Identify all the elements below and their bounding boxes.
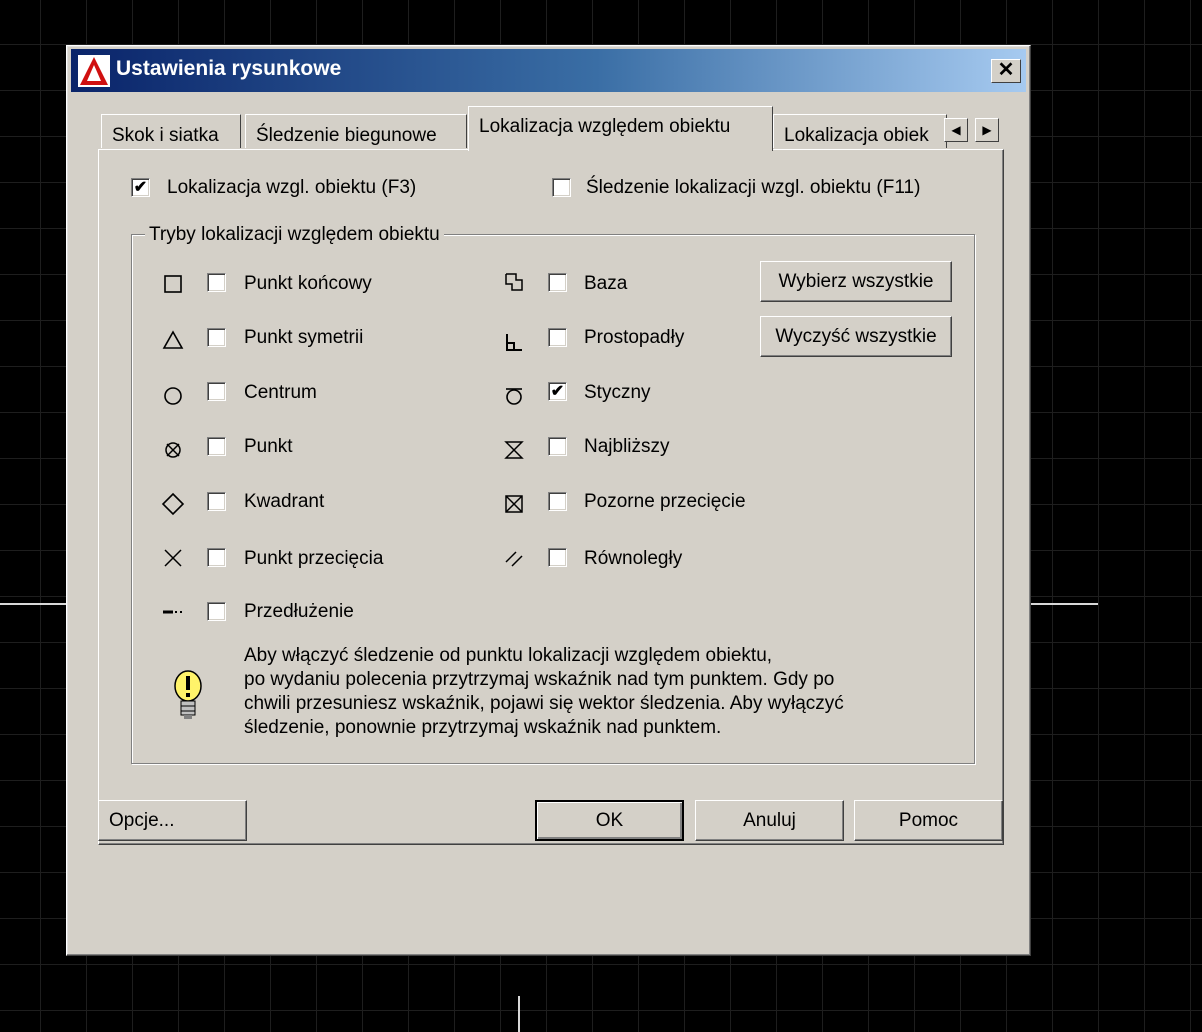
tangent-icon <box>506 388 522 405</box>
quadrant-checkbox[interactable] <box>207 492 226 511</box>
check-mark-icon: ✔ <box>550 383 565 400</box>
endpoint-icon <box>164 275 182 293</box>
check-mark-icon: ✔ <box>133 179 148 196</box>
apparent-intersection-icon <box>505 495 523 513</box>
crosshair-bottom <box>518 996 520 1032</box>
node-label[interactable]: Punkt <box>244 436 293 458</box>
insertion-icon <box>505 273 523 291</box>
drafting-settings-dialog: Ustawienia rysunkowe ✕ Skok i siatka Śle… <box>66 45 1031 956</box>
nearest-label[interactable]: Najbliższy <box>584 436 670 458</box>
quadrant-label[interactable]: Kwadrant <box>244 491 324 513</box>
tab-scroll-left-button[interactable]: ◀ <box>944 118 968 142</box>
hint-line: chwili przesuniesz wskaźnik, pojawi się … <box>244 693 844 714</box>
node-checkbox[interactable] <box>207 437 226 456</box>
node-icon <box>165 442 181 458</box>
options-button[interactable]: Opcje... <box>98 800 247 841</box>
hint-line: śledzenie, ponownie przytrzymaj wskaźnik… <box>244 717 722 738</box>
cancel-button[interactable]: Anuluj <box>695 800 844 841</box>
lightbulb-icon <box>174 670 202 719</box>
center-checkbox[interactable] <box>207 382 226 401</box>
tab-polar-tracking[interactable]: Śledzenie biegunowe <box>245 114 467 148</box>
crosshair-right <box>1030 603 1098 605</box>
autocad-app-icon <box>78 55 110 87</box>
arrow-left-icon: ◀ <box>951 123 961 137</box>
parallel-icon <box>505 551 523 567</box>
midpoint-icon <box>162 330 184 349</box>
close-icon: ✕ <box>997 59 1015 81</box>
extension-label[interactable]: Przedłużenie <box>244 601 354 623</box>
apparent-intersection-label[interactable]: Pozorne przecięcie <box>584 491 746 513</box>
tab-label: Lokalizacja obiek <box>784 125 929 146</box>
endpoint-checkbox[interactable] <box>207 273 226 292</box>
parallel-checkbox[interactable] <box>548 548 567 567</box>
perpendicular-icon <box>506 334 522 351</box>
hint-line: Aby włączyć śledzenie od punktu lokaliza… <box>244 645 773 666</box>
ok-button[interactable]: OK <box>535 800 684 841</box>
select-all-button[interactable]: Wybierz wszystkie <box>760 261 952 302</box>
parallel-label[interactable]: Równoległy <box>584 548 682 570</box>
intersection-icon <box>164 549 182 567</box>
window-title: Ustawienia rysunkowe <box>116 57 342 80</box>
hint-line: po wydaniu polecenia przytrzymaj wskaźni… <box>244 669 835 690</box>
title-bar[interactable]: Ustawienia rysunkowe ✕ <box>71 49 1026 92</box>
arrow-right-icon: ▶ <box>982 123 992 137</box>
perpendicular-checkbox[interactable] <box>548 328 567 347</box>
tab-label: Śledzenie biegunowe <box>256 125 437 146</box>
intersection-label[interactable]: Punkt przecięcia <box>244 548 383 570</box>
extension-checkbox[interactable] <box>207 602 226 621</box>
apparent-intersection-checkbox[interactable] <box>548 492 567 511</box>
help-button[interactable]: Pomoc <box>854 800 1003 841</box>
center-label[interactable]: Centrum <box>244 382 317 404</box>
snap-modes-group-title: Tryby lokalizacji względem obiektu <box>145 224 444 246</box>
osnap-on-checkbox[interactable]: ✔ <box>131 178 150 197</box>
extension-icon <box>163 610 182 614</box>
clear-all-button[interactable]: Wyczyść wszystkie <box>760 316 952 357</box>
midpoint-label[interactable]: Punkt symetrii <box>244 327 363 349</box>
nearest-icon <box>504 441 524 459</box>
osnap-tracking-checkbox[interactable] <box>552 178 571 197</box>
tangent-checkbox[interactable]: ✔ <box>548 382 567 401</box>
intersection-checkbox[interactable] <box>207 548 226 567</box>
perpendicular-label[interactable]: Prostopadły <box>584 327 684 349</box>
tab-scroll-right-button[interactable]: ▶ <box>975 118 999 142</box>
nearest-checkbox[interactable] <box>548 437 567 456</box>
tab-object-snap[interactable]: Lokalizacja względem obiektu <box>468 106 773 151</box>
osnap-tracking-label[interactable]: Śledzenie lokalizacji wzgl. obiektu (F11… <box>586 177 920 199</box>
tab-label: Lokalizacja względem obiektu <box>479 116 731 137</box>
close-button[interactable]: ✕ <box>991 59 1021 83</box>
tracking-hint-text: Aby włączyć śledzenie od punktu lokaliza… <box>244 644 964 740</box>
crosshair-left <box>0 603 66 605</box>
center-icon <box>164 387 182 405</box>
quadrant-icon <box>161 492 185 516</box>
tab-snap-and-grid[interactable]: Skok i siatka <box>101 114 241 148</box>
midpoint-checkbox[interactable] <box>207 328 226 347</box>
endpoint-label[interactable]: Punkt końcowy <box>244 273 372 295</box>
insertion-checkbox[interactable] <box>548 273 567 292</box>
tab-3d-object-snap[interactable]: Lokalizacja obiek <box>773 114 947 148</box>
tab-label: Skok i siatka <box>112 125 219 146</box>
tangent-label[interactable]: Styczny <box>584 382 651 404</box>
insertion-label[interactable]: Baza <box>584 273 627 295</box>
osnap-on-label[interactable]: Lokalizacja wzgl. obiektu (F3) <box>167 177 416 199</box>
